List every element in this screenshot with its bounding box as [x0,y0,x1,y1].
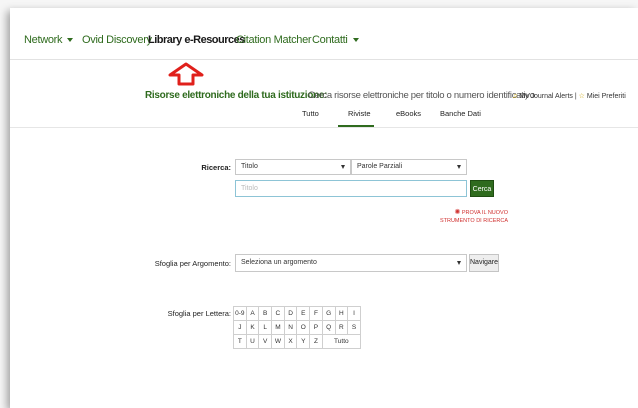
search-mode-select[interactable]: Parole Parziali [351,159,467,175]
tab-ebooks[interactable]: eBooks [396,109,421,118]
page: Network Ovid Discovery Library e-Resourc… [10,8,638,408]
letter-x[interactable]: X [283,334,298,349]
tab-riviste[interactable]: Riviste [348,109,371,118]
top-navigation: Network Ovid Discovery Library e-Resourc… [10,8,638,60]
tab-banche-dati[interactable]: Banche Dati [440,109,481,118]
letter-z[interactable]: Z [309,334,323,349]
chevron-down-icon [457,261,461,265]
nav-contatti[interactable]: Contatti [312,34,359,46]
letter-p[interactable]: P [309,320,323,335]
browse-letter-label: Sfoglia per Lettera: [167,309,231,318]
letter-l[interactable]: L [258,320,273,335]
divider [10,127,638,128]
new-search-tool-link[interactable]: ✺ Prova il nuovo strumento di ricerca [406,209,508,225]
browse-subject-label: Sfoglia per Argomento: [154,259,231,268]
search-label: Ricerca: [201,163,231,172]
letter-d[interactable]: D [283,306,298,321]
favorites-link[interactable]: Miei Preferiti [587,93,626,100]
subject-select[interactable]: Seleziona un argomento [235,254,467,272]
letter-q[interactable]: Q [321,320,336,335]
letter-tutto[interactable]: Tutto [321,334,361,349]
letter-b[interactable]: B [258,306,273,321]
letter-m[interactable]: M [271,320,285,335]
chevron-down-icon [457,165,461,169]
letter-f[interactable]: F [309,306,323,321]
sun-icon: ✺ [454,209,461,216]
letter-e[interactable]: E [296,306,311,321]
bell-icon: ♫ [512,93,518,100]
letter-a[interactable]: A [245,306,260,321]
search-field-select[interactable]: Titolo [235,159,351,175]
letter-grid: 0-9 A B C D E F G H I J K L M N O P Q R … [233,306,361,349]
chevron-down-icon [341,165,345,169]
letter-o[interactable]: O [296,320,311,335]
letter-r[interactable]: R [334,320,349,335]
alerts-links: ♫ My Journal Alerts | ☆ Miei Preferiti [512,93,626,100]
letter-c[interactable]: C [271,306,285,321]
letter-u[interactable]: U [245,334,260,349]
letter-i[interactable]: I [347,306,361,321]
nav-ovid-discovery[interactable]: Ovid Discovery [82,34,152,46]
nav-library-e-resources[interactable]: Library e-Resources [148,34,245,46]
section-description: Cerca risorse elettroniche per titolo o … [308,90,535,101]
letter-n[interactable]: N [283,320,298,335]
letter-h[interactable]: H [334,306,349,321]
nav-network[interactable]: Network [24,34,74,46]
nav-citation-matcher[interactable]: Citation Matcher [236,34,312,46]
letter-k[interactable]: K [245,320,260,335]
letter-j[interactable]: J [233,320,247,335]
letter-g[interactable]: G [321,306,336,321]
section-label: Risorse elettroniche della tua istituzio… [145,90,328,101]
chevron-down-icon [352,38,359,43]
up-arrow-annotation-icon [168,62,204,86]
letter-w[interactable]: W [271,334,285,349]
letter-s[interactable]: S [347,320,361,335]
star-icon: ☆ [578,93,585,100]
chevron-down-icon [67,38,74,43]
navigate-button[interactable]: Navigare [469,254,499,272]
letter-v[interactable]: V [258,334,273,349]
letter-t[interactable]: T [233,334,247,349]
tab-tutto[interactable]: Tutto [302,109,319,118]
letter-0-9[interactable]: 0-9 [233,306,247,321]
my-journal-alerts-link[interactable]: My Journal Alerts [519,93,573,100]
search-input[interactable]: Titolo [235,180,467,197]
letter-y[interactable]: Y [296,334,311,349]
search-button[interactable]: Cerca [470,180,494,197]
tab-bar: Tutto Riviste eBooks Banche Dati [10,109,638,129]
